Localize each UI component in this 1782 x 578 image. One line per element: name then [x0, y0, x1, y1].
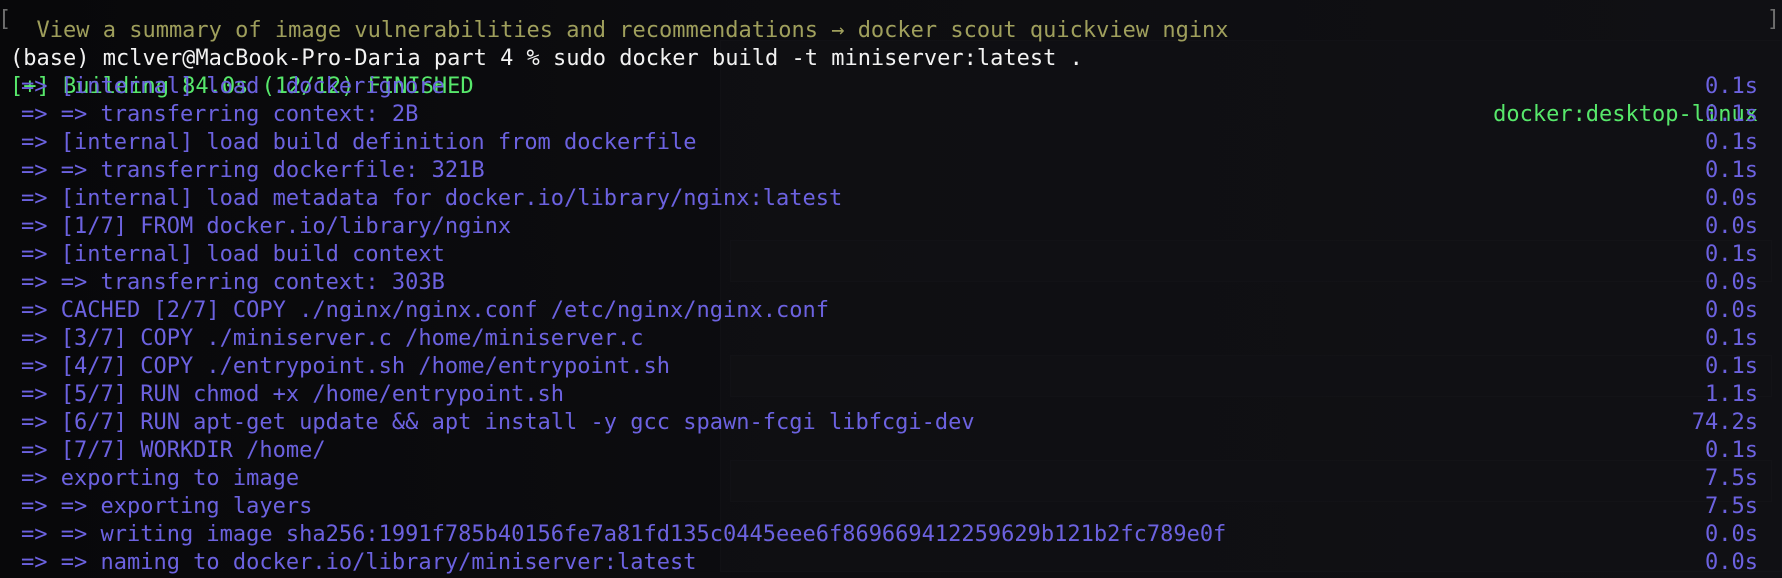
build-step-line: => [5/7] RUN chmod +x /home/entrypoint.s… — [0, 381, 1782, 409]
build-step-duration: 0.1s — [1705, 326, 1758, 351]
build-step-text: => CACHED [2/7] COPY ./nginx/nginx.conf … — [21, 298, 829, 323]
build-step-duration: 0.0s — [1705, 298, 1758, 323]
build-step-duration: 0.0s — [1705, 522, 1758, 547]
build-step-line: => [internal] load build definition from… — [0, 129, 1782, 157]
build-step-duration: 1.1s — [1705, 382, 1758, 407]
build-step-text: => [3/7] COPY ./miniserver.c /home/minis… — [21, 326, 644, 351]
terminal-window[interactable]: [ ] View a summary of image vulnerabilit… — [0, 0, 1782, 578]
build-step-duration: 74.2s — [1691, 410, 1758, 435]
build-step-duration: 7.5s — [1705, 494, 1758, 519]
build-status-line: [+] Building 84.0s (12/12) FINISHED dock… — [0, 45, 1782, 127]
build-step-text: => [6/7] RUN apt-get update && apt insta… — [21, 410, 975, 435]
build-step-duration: 0.0s — [1705, 550, 1758, 575]
build-step-line: => [internal] load metadata for docker.i… — [0, 185, 1782, 213]
build-step-text: => => transferring context: 2B — [21, 102, 419, 127]
build-step-duration: 7.5s — [1705, 466, 1758, 491]
build-step-duration: 0.1s — [1705, 74, 1758, 99]
build-step-text: => => transferring context: 303B — [21, 270, 445, 295]
build-step-duration: 0.1s — [1705, 438, 1758, 463]
build-step-duration: 0.1s — [1705, 242, 1758, 267]
build-step-duration: 0.0s — [1705, 214, 1758, 239]
build-step-text: => => exporting layers — [21, 494, 313, 519]
build-step-duration: 0.1s — [1705, 354, 1758, 379]
build-step-line: => => writing image sha256:1991f785b4015… — [0, 521, 1782, 549]
build-step-line: => => naming to docker.io/library/minise… — [0, 549, 1782, 577]
build-step-text: => [7/7] WORKDIR /home/ — [21, 438, 326, 463]
build-step-text: => [internal] load build definition from… — [21, 130, 697, 155]
build-step-line: => [3/7] COPY ./miniserver.c /home/minis… — [0, 325, 1782, 353]
build-step-line: => [6/7] RUN apt-get update && apt insta… — [0, 409, 1782, 437]
build-step-text: => [internal] load metadata for docker.i… — [21, 186, 843, 211]
build-step-duration: 0.1s — [1705, 158, 1758, 183]
build-step-line: => [internal] load .dockerignore 0.1s — [0, 73, 1782, 101]
build-step-line: => [internal] load build context 0.1s — [0, 241, 1782, 269]
build-step-text: => => writing image sha256:1991f785b4015… — [21, 522, 1227, 547]
build-step-duration: 0.0s — [1705, 186, 1758, 211]
build-step-text: => [4/7] COPY ./entrypoint.sh /home/entr… — [21, 354, 671, 379]
build-step-duration: 0.1s — [1705, 102, 1758, 127]
build-step-text: => [5/7] RUN chmod +x /home/entrypoint.s… — [21, 382, 565, 407]
build-step-line: => CACHED [2/7] COPY ./nginx/nginx.conf … — [0, 297, 1782, 325]
build-step-text: => => naming to docker.io/library/minise… — [21, 550, 697, 575]
build-step-text: => [internal] load build context — [21, 242, 445, 267]
build-step-line: => exporting to image 7.5s — [0, 465, 1782, 493]
build-step-duration: 0.0s — [1705, 270, 1758, 295]
build-step-line: => => transferring dockerfile: 321B 0.1s — [0, 157, 1782, 185]
build-step-line: => => exporting layers 7.5s — [0, 493, 1782, 521]
build-step-text: => exporting to image — [21, 466, 300, 491]
command-prompt-line: (base) mclver@MacBook-Pro-Daria part 4 %… — [0, 17, 1782, 71]
truncated-output-line: View a summary of image vulnerabilities … — [0, 0, 1782, 43]
build-step-duration: 0.1s — [1705, 130, 1758, 155]
terminal-output[interactable]: View a summary of image vulnerabilities … — [0, 0, 1782, 577]
build-step-line: => [1/7] FROM docker.io/library/nginx 0.0… — [0, 213, 1782, 241]
build-step-line: => [7/7] WORKDIR /home/0.1s — [0, 437, 1782, 465]
build-step-text: => => transferring dockerfile: 321B — [21, 158, 485, 183]
build-step-text: => [1/7] FROM docker.io/library/nginx — [21, 214, 512, 239]
build-step-line: => => transferring context: 2B 0.1s — [0, 101, 1782, 129]
build-step-text: => [internal] load .dockerignore — [21, 74, 445, 99]
build-step-line: => => transferring context: 303B 0.0s — [0, 269, 1782, 297]
build-step-line: => [4/7] COPY ./entrypoint.sh /home/entr… — [0, 353, 1782, 381]
